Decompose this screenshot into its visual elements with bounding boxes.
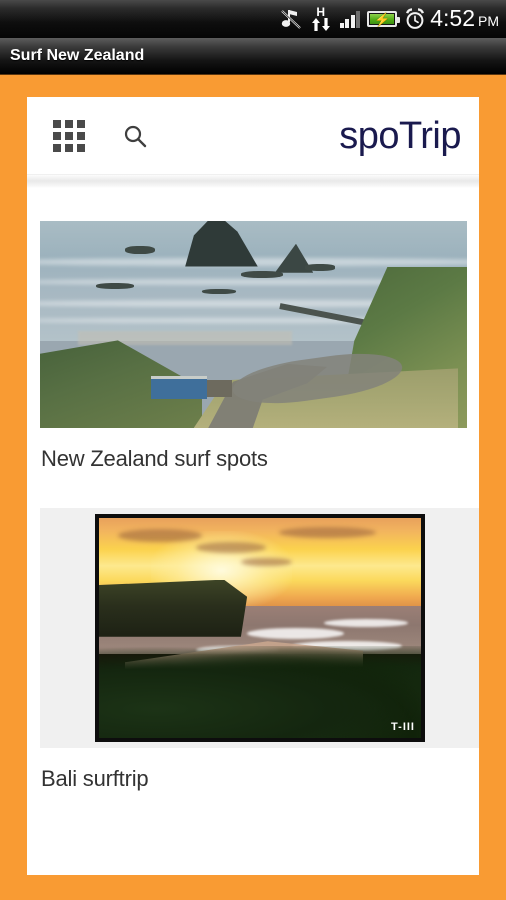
status-bar-clock: 4:52 PM xyxy=(430,0,499,38)
card-title[interactable]: New Zealand surf spots xyxy=(27,428,479,488)
data-arrows-icon xyxy=(310,17,332,32)
status-bar-icons: H ⚡ xyxy=(280,0,427,38)
clock-time: 4:52 xyxy=(430,4,475,31)
alarm-clock-icon xyxy=(404,8,426,30)
browser-title-bar: Surf New Zealand xyxy=(0,38,506,75)
app-header: spoTrip xyxy=(27,97,479,174)
page-title: Surf New Zealand xyxy=(10,47,145,64)
feed-card-new-zealand[interactable]: New Zealand surf spots xyxy=(27,221,479,488)
brand-logo[interactable]: spoTrip xyxy=(339,117,461,155)
bali-photo-panel: T-III xyxy=(40,508,479,748)
hspa-letter: H xyxy=(316,4,326,19)
page-background: spoTrip New Zealand surf spots T-III Bal… xyxy=(0,75,506,900)
battery-charging-icon: ⚡ xyxy=(367,11,401,27)
card-title[interactable]: Bali surftrip xyxy=(27,748,479,808)
bali-sunset-surf-photo[interactable]: T-III xyxy=(95,514,425,742)
new-zealand-coast-photo[interactable] xyxy=(40,221,467,428)
content-panel: spoTrip New Zealand surf spots T-III Bal… xyxy=(27,97,479,875)
hspa-data-icon: H xyxy=(309,5,333,33)
clock-ampm: PM xyxy=(478,12,499,29)
article-feed: New Zealand surf spots T-III Bali surftr… xyxy=(27,221,479,808)
image-watermark: T-III xyxy=(391,721,415,733)
feed-card-bali[interactable]: T-III Bali surftrip xyxy=(27,508,479,808)
charging-bolt-icon: ⚡ xyxy=(374,11,391,27)
header-divider xyxy=(27,174,479,188)
music-note-icon xyxy=(280,7,302,31)
search-icon[interactable] xyxy=(122,123,148,149)
android-status-bar: H ⚡ 4:52 PM xyxy=(0,0,506,38)
signal-bars-icon xyxy=(339,10,361,28)
grid-menu-icon[interactable] xyxy=(53,119,85,152)
